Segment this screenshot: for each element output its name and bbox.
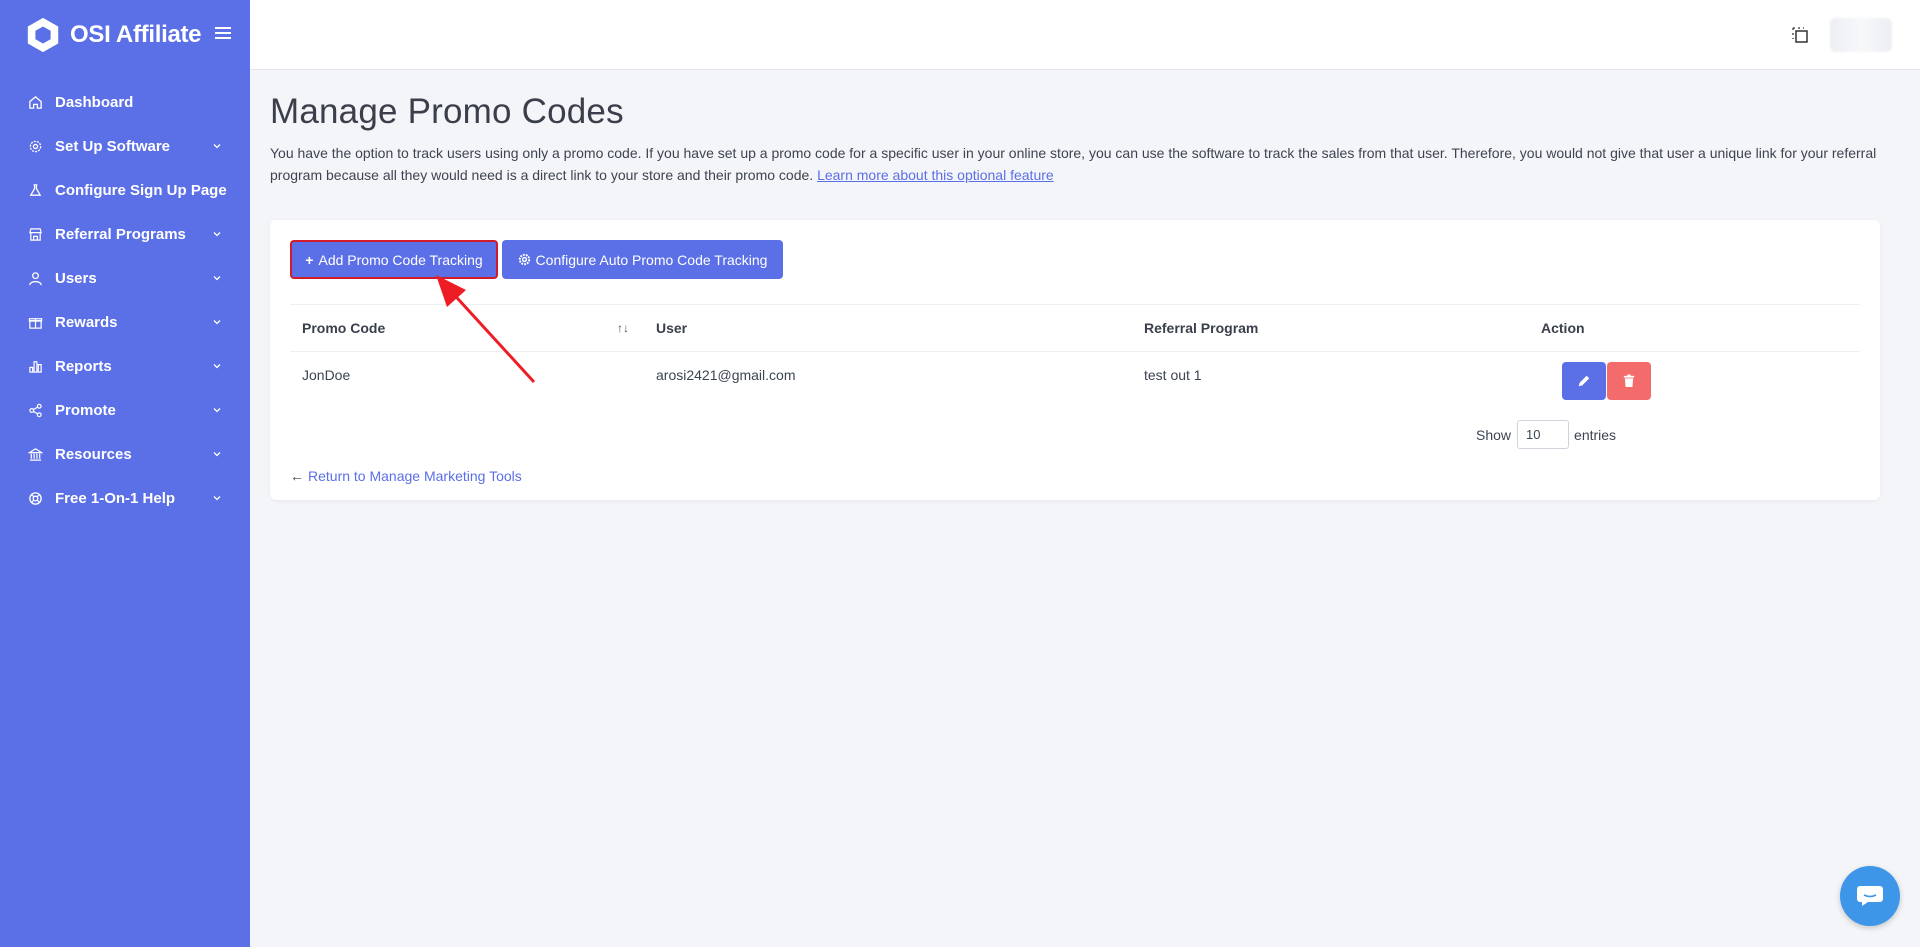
top-header xyxy=(250,0,1920,70)
chevron-down-icon xyxy=(213,232,221,237)
sidebar-item-label: Dashboard xyxy=(55,93,134,111)
header-promo-code[interactable]: Promo Code xyxy=(302,320,385,336)
sidebar: OSI Affiliate Dashboard Set Up Software … xyxy=(0,0,250,947)
gear-icon xyxy=(518,253,530,266)
share-icon xyxy=(29,403,42,417)
entries-label: entries xyxy=(1574,426,1617,443)
cell-referral-program: test out 1 xyxy=(1144,367,1202,383)
chat-button[interactable] xyxy=(1840,866,1900,926)
table-header-row: Promo Code ↑↓ User Referral Program Acti… xyxy=(290,304,1860,352)
promo-codes-table: Promo Code ↑↓ User Referral Program Acti… xyxy=(290,304,1860,416)
gift-icon xyxy=(28,317,43,329)
sidebar-item-label: Rewards xyxy=(55,313,118,331)
page-description: You have the option to track users using… xyxy=(270,142,1880,186)
sidebar-item-label: Configure Sign Up Page xyxy=(55,181,227,199)
entries-selector: Show entries xyxy=(1476,420,1616,449)
trash-icon xyxy=(1623,374,1635,387)
gear-icon xyxy=(29,140,42,152)
cell-promo-code: JonDoe xyxy=(302,367,351,383)
sidebar-item-configure-sign-up-page[interactable]: Configure Sign Up Page xyxy=(0,168,250,212)
learn-more-link[interactable]: Learn more about this optional feature xyxy=(817,167,1054,183)
bar-chart-icon xyxy=(29,360,42,373)
sidebar-item-label: Promote xyxy=(55,401,116,419)
arrow-left-icon: ← xyxy=(290,468,304,484)
logo-icon xyxy=(27,17,59,53)
sidebar-item-dashboard[interactable]: Dashboard xyxy=(0,80,250,124)
add-promo-code-label: Add Promo Code Tracking xyxy=(318,251,483,268)
chevron-down-icon xyxy=(213,144,221,149)
header-action: Action xyxy=(1541,320,1585,336)
user-avatar[interactable] xyxy=(1830,18,1892,52)
header-referral-program[interactable]: Referral Program xyxy=(1144,320,1258,336)
page-description-text: You have the option to track users using… xyxy=(270,145,1877,183)
return-link[interactable]: ← Return to Manage Marketing Tools xyxy=(290,468,522,484)
store-icon xyxy=(29,227,42,241)
chat-icon xyxy=(1857,886,1883,906)
pencil-icon xyxy=(1578,375,1590,387)
show-label: Show xyxy=(1476,426,1512,443)
sidebar-item-label: Reports xyxy=(55,357,112,375)
sidebar-item-label: Resources xyxy=(55,445,132,463)
page-title: Manage Promo Codes xyxy=(270,92,624,131)
sidebar-item-free-help[interactable]: Free 1-On-1 Help xyxy=(0,476,250,520)
brand[interactable]: OSI Affiliate xyxy=(0,0,250,70)
user-icon xyxy=(29,271,42,285)
sidebar-item-reports[interactable]: Reports xyxy=(0,344,250,388)
edit-button[interactable] xyxy=(1562,362,1606,400)
sidebar-item-promote[interactable]: Promote xyxy=(0,388,250,432)
fullscreen-icon[interactable] xyxy=(1790,25,1810,45)
sort-icon[interactable]: ↑↓ xyxy=(617,321,629,335)
header-user[interactable]: User xyxy=(656,320,687,336)
brand-name: OSI Affiliate xyxy=(70,21,202,48)
sidebar-item-label: Set Up Software xyxy=(55,137,171,155)
return-link-label: Return to Manage Marketing Tools xyxy=(308,468,522,484)
configure-auto-promo-label: Configure Auto Promo Code Tracking xyxy=(535,251,768,268)
main-content: Manage Promo Codes You have the option t… xyxy=(270,70,1880,500)
chevron-down-icon xyxy=(213,320,221,325)
chevron-down-icon xyxy=(213,276,221,281)
cell-user: arosi2421@gmail.com xyxy=(656,367,796,383)
sidebar-item-label: Referral Programs xyxy=(55,225,186,243)
flask-icon xyxy=(29,183,42,196)
sidebar-item-label: Free 1-On-1 Help xyxy=(55,489,176,507)
table-row: JonDoe arosi2421@gmail.com test out 1 xyxy=(290,352,1860,416)
bank-icon xyxy=(28,447,43,461)
sidebar-item-rewards[interactable]: Rewards xyxy=(0,300,250,344)
lifebuoy-icon xyxy=(29,491,42,505)
chevron-down-icon xyxy=(213,364,221,369)
delete-button[interactable] xyxy=(1607,362,1651,400)
configure-auto-promo-button[interactable]: Configure Auto Promo Code Tracking xyxy=(502,240,783,279)
chevron-down-icon xyxy=(213,408,221,413)
hamburger-icon[interactable] xyxy=(214,24,232,42)
chevron-down-icon xyxy=(213,496,221,501)
add-promo-code-button[interactable]: + Add Promo Code Tracking xyxy=(290,240,498,279)
sidebar-item-users[interactable]: Users xyxy=(0,256,250,300)
sidebar-item-referral-programs[interactable]: Referral Programs xyxy=(0,212,250,256)
sidebar-item-resources[interactable]: Resources xyxy=(0,432,250,476)
home-icon xyxy=(29,95,42,109)
sidebar-item-label: Users xyxy=(55,269,97,287)
plus-icon: + xyxy=(305,251,314,268)
entries-input[interactable] xyxy=(1517,420,1570,449)
promo-codes-card: + Add Promo Code Tracking Configure Auto… xyxy=(270,220,1880,500)
sidebar-item-set-up-software[interactable]: Set Up Software xyxy=(0,124,250,168)
sidebar-nav: Dashboard Set Up Software Configure Sign… xyxy=(0,80,250,520)
chevron-down-icon xyxy=(213,452,221,457)
